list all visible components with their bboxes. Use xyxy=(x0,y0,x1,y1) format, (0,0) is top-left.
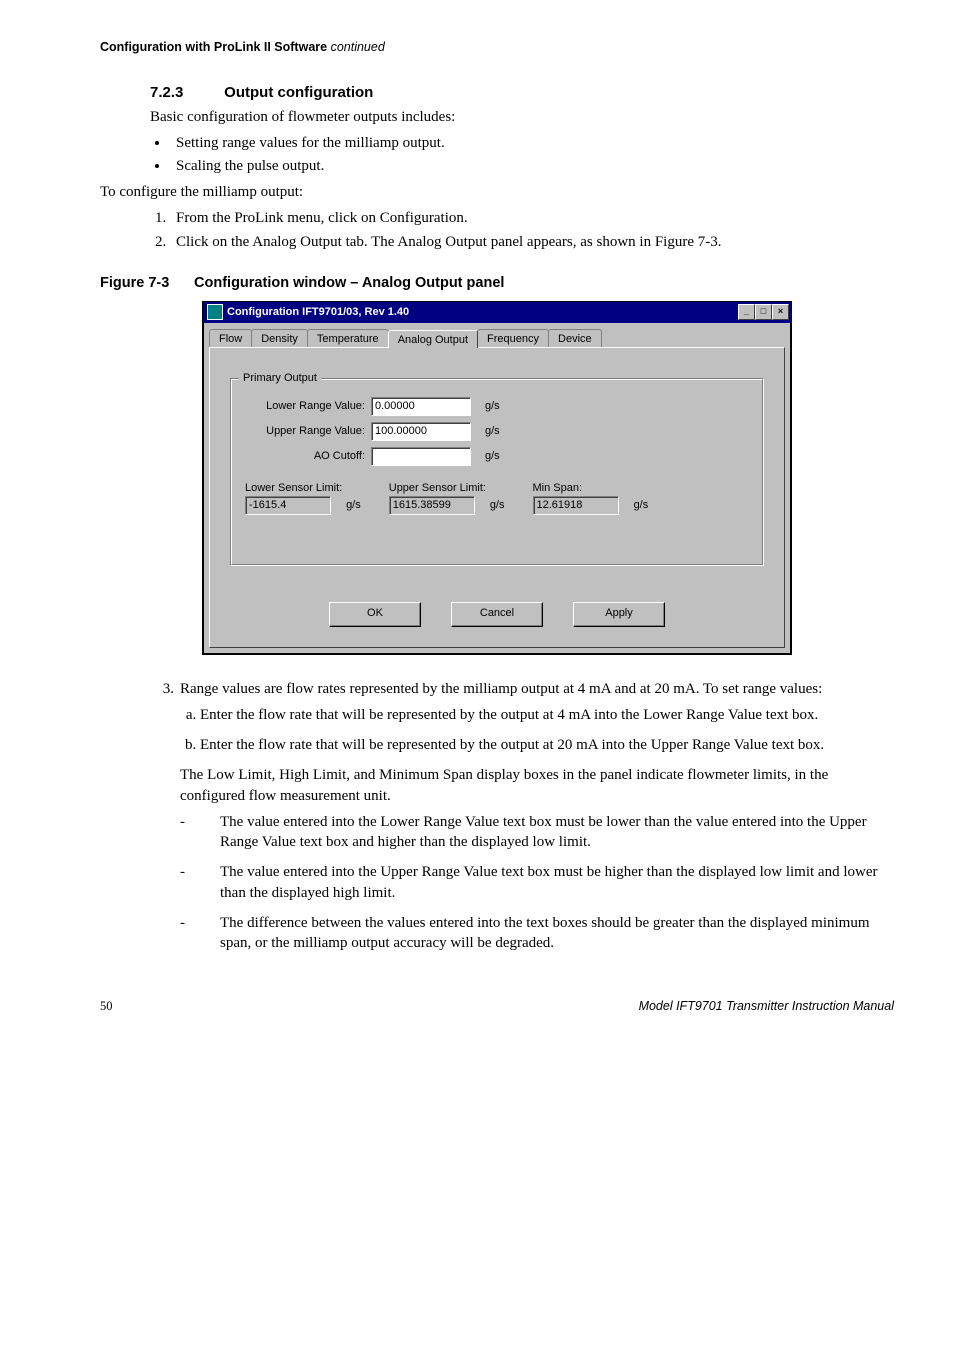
upper-sensor-limit-label: Upper Sensor Limit: xyxy=(389,482,505,494)
figure-number: Figure 7-3 xyxy=(100,275,190,291)
minimize-button[interactable]: _ xyxy=(738,304,755,320)
limits-intro: The Low Limit, High Limit, and Minimum S… xyxy=(180,765,894,806)
tab-strip: Flow Density Temperature Analog Output F… xyxy=(203,323,791,347)
unit-label: g/s xyxy=(490,499,505,511)
figure-caption: Configuration window – Analog Output pan… xyxy=(194,275,504,291)
tab-flow[interactable]: Flow xyxy=(209,329,252,347)
step-3: 3. Range values are flow rates represente… xyxy=(150,679,894,954)
ao-cutoff-label: AO Cutoff: xyxy=(245,450,371,462)
section-title: Output configuration xyxy=(224,84,373,101)
page-footer: 50 Model IFT9701 Transmitter Instruction… xyxy=(100,999,894,1014)
group-legend: Primary Output xyxy=(239,372,321,384)
unit-label: g/s xyxy=(485,425,500,437)
bullet-item: Setting range values for the milliamp ou… xyxy=(170,133,894,153)
tab-analog-output[interactable]: Analog Output xyxy=(388,330,478,348)
unit-label: g/s xyxy=(485,450,500,462)
section-heading: 7.2.3 Output configuration xyxy=(150,84,894,101)
manual-title: Model IFT9701 Transmitter Instruction Ma… xyxy=(639,999,894,1014)
substep-a: Enter the flow rate that will be represe… xyxy=(200,705,894,725)
running-header: Configuration with ProLink II Software c… xyxy=(100,40,894,54)
lrv-label: Lower Range Value: xyxy=(245,400,371,412)
analog-output-panel: Primary Output Lower Range Value: g/s Up… xyxy=(209,347,785,648)
maximize-button[interactable]: □ xyxy=(755,304,772,320)
close-button[interactable]: × xyxy=(772,304,789,320)
figure-label: Figure 7-3 Configuration window – Analog… xyxy=(100,275,894,291)
unit-label: g/s xyxy=(634,499,649,511)
configuration-window: Configuration IFT9701/03, Rev 1.40 _ □ ×… xyxy=(202,301,792,655)
tab-density[interactable]: Density xyxy=(251,329,308,347)
running-header-title: Configuration with ProLink II Software xyxy=(100,40,327,54)
substep-b: Enter the flow rate that will be represe… xyxy=(200,735,894,755)
section-number: 7.2.3 xyxy=(150,84,220,101)
urv-label: Upper Range Value: xyxy=(245,425,371,437)
window-title: Configuration IFT9701/03, Rev 1.40 xyxy=(227,306,409,318)
lead-paragraph-2: To configure the milliamp output: xyxy=(100,182,894,202)
upper-sensor-limit-value: 1615.38599 xyxy=(389,496,475,515)
unit-label: g/s xyxy=(485,400,500,412)
upper-range-value-input[interactable] xyxy=(371,422,471,441)
app-icon xyxy=(207,304,223,320)
intro-paragraph: Basic configuration of flowmeter outputs… xyxy=(150,107,894,127)
step-item: Click on the Analog Output tab. The Anal… xyxy=(170,232,894,252)
apply-button[interactable]: Apply xyxy=(573,602,665,627)
ao-cutoff-input[interactable] xyxy=(371,447,471,466)
running-header-continued: continued xyxy=(331,40,385,54)
min-span-value: 12.61918 xyxy=(533,496,619,515)
tab-frequency[interactable]: Frequency xyxy=(477,329,549,347)
step-3-text: Range values are flow rates represented … xyxy=(180,681,822,697)
unit-label: g/s xyxy=(346,499,361,511)
dash-item: The value entered into the Upper Range V… xyxy=(200,862,894,903)
page-number: 50 xyxy=(100,999,113,1014)
lower-range-value-input[interactable] xyxy=(371,397,471,416)
dash-item: The value entered into the Lower Range V… xyxy=(200,812,894,853)
primary-output-group: Primary Output Lower Range Value: g/s Up… xyxy=(230,378,764,566)
lower-sensor-limit-value: -1615.4 xyxy=(245,496,331,515)
ok-button[interactable]: OK xyxy=(329,602,421,627)
step-number: 3. xyxy=(150,679,174,699)
lower-sensor-limit-label: Lower Sensor Limit: xyxy=(245,482,361,494)
dash-item: The difference between the values entere… xyxy=(200,913,894,954)
bullet-list: Setting range values for the milliamp ou… xyxy=(100,133,894,176)
tab-temperature[interactable]: Temperature xyxy=(307,329,389,347)
tab-device[interactable]: Device xyxy=(548,329,602,347)
cancel-button[interactable]: Cancel xyxy=(451,602,543,627)
step-item: From the ProLink menu, click on Configur… xyxy=(170,208,894,228)
bullet-item: Scaling the pulse output. xyxy=(170,156,894,176)
window-titlebar[interactable]: Configuration IFT9701/03, Rev 1.40 _ □ × xyxy=(203,302,791,323)
steps-list: From the ProLink menu, click on Configur… xyxy=(100,208,894,253)
min-span-label: Min Span: xyxy=(533,482,649,494)
